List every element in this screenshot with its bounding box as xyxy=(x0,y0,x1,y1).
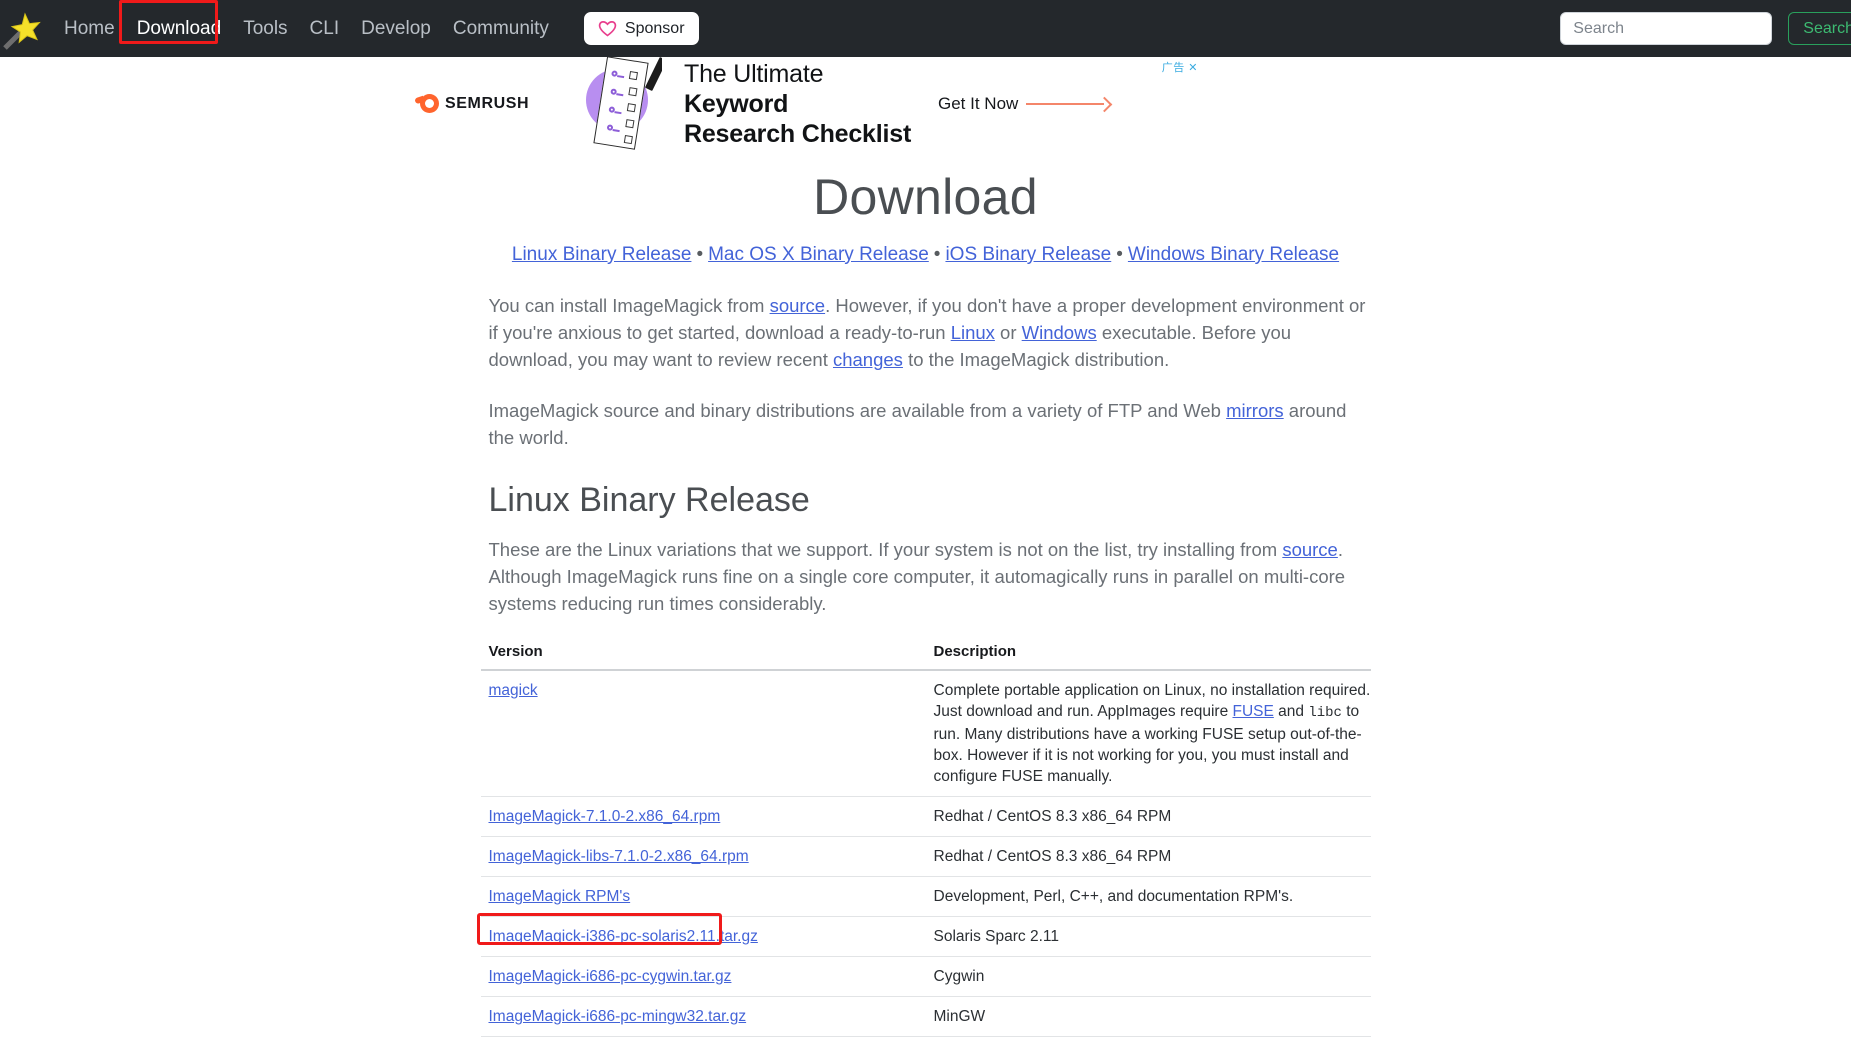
table-body: magick Complete portable application on … xyxy=(476,670,1371,1037)
link-imagemagick-cygwin[interactable]: ImageMagick-i686-pc-cygwin.tar.gz xyxy=(489,968,732,985)
ad-headline-line1-bold: Keyword xyxy=(684,89,789,118)
desc-text2: and xyxy=(1273,703,1309,720)
nav-link-home[interactable]: Home xyxy=(53,12,126,46)
heart-icon xyxy=(598,21,617,37)
paragraph-linux-variations: These are the Linux variations that we s… xyxy=(481,536,1371,617)
paragraph-mirrors: ImageMagick source and binary distributi… xyxy=(489,397,1371,451)
separator-bullet: • xyxy=(1116,244,1123,265)
column-header-description: Description xyxy=(925,643,1371,671)
ad-cta-label: Get It Now xyxy=(938,93,1019,113)
sponsor-label: Sponsor xyxy=(624,19,685,37)
link-macosx-binary-release[interactable]: Mac OS X Binary Release xyxy=(708,244,929,265)
nav-download-wrapper: Download xyxy=(118,0,233,46)
imagemagick-logo[interactable] xyxy=(3,8,45,50)
separator-bullet: • xyxy=(696,244,704,265)
cell-description: Complete portable application on Linux, … xyxy=(925,670,1371,797)
nav-link-cli[interactable]: CLI xyxy=(299,12,351,46)
binary-release-links: Linux Binary Release • Mac OS X Binary Rel… xyxy=(0,244,1851,266)
cell-description: MinGW xyxy=(925,996,1371,1037)
ad-illustration xyxy=(580,57,662,150)
table-row: magick Complete portable application on … xyxy=(480,670,1371,797)
cell-description: Redhat / CentOS 8.3 x86_64 RPM xyxy=(925,836,1371,877)
cell-version: ImageMagick-i386-pc-solaris2.11.tar.gz xyxy=(476,913,926,957)
table-row: ImageMagick RPM's Development, Perl, C++… xyxy=(480,876,1371,917)
para2-text1: ImageMagick source and binary distributi… xyxy=(488,400,1227,421)
link-imagemagick-libs-rpm[interactable]: ImageMagick-libs-7.1.0-2.x86_64.rpm xyxy=(489,848,749,865)
ad-headline: The Ultimate Keyword Research Checklist xyxy=(684,59,914,149)
nav-link-tools[interactable]: Tools xyxy=(232,12,298,46)
para1-text5: to the ImageMagick distribution. xyxy=(902,349,1170,370)
download-table: Version Description magick Complete port… xyxy=(476,643,1371,1037)
cell-description: Solaris Sparc 2.11 xyxy=(925,916,1371,957)
link-mirrors[interactable]: mirrors xyxy=(1226,400,1284,421)
ad-art-checklist-paper xyxy=(593,57,649,150)
link-magick[interactable]: magick xyxy=(489,682,538,699)
nav-link-develop[interactable]: Develop xyxy=(350,12,442,46)
link-linux[interactable]: Linux xyxy=(951,322,995,343)
table-row: ImageMagick-i686-pc-mingw32.tar.gz MinGW xyxy=(480,996,1371,1037)
main-content: Download Linux Binary Release • Mac OS X B… xyxy=(0,150,1851,1037)
link-linux-binary-release[interactable]: Linux Binary Release xyxy=(512,244,692,265)
separator-bullet: • xyxy=(933,244,941,265)
link-imagemagick-rpms[interactable]: ImageMagick RPM's xyxy=(489,888,631,905)
paragraph-install: You can install ImageMagick from source.… xyxy=(489,292,1371,373)
nav-link-download[interactable]: Download xyxy=(126,12,233,46)
sponsor-button[interactable]: Sponsor xyxy=(583,12,699,45)
link-imagemagick-rpm[interactable]: ImageMagick-7.1.0-2.x86_64.rpm xyxy=(489,808,721,825)
link-changes[interactable]: changes xyxy=(833,349,903,370)
link-fuse[interactable]: FUSE xyxy=(1233,703,1274,720)
section-title-linux-binary-release: Linux Binary Release xyxy=(488,481,810,519)
cell-description: Cygwin xyxy=(925,956,1371,997)
semrush-mark-icon xyxy=(420,94,439,113)
link-windows[interactable]: Windows xyxy=(1022,322,1097,343)
search-button[interactable]: Search xyxy=(1788,12,1851,45)
ad-content: SEMRUSH The Ultimate Keyword Research Ch… xyxy=(410,57,1200,150)
code-libc: libc xyxy=(1308,705,1342,721)
page-title: Download xyxy=(813,169,1038,225)
top-navigation-bar: Home Download Tools CLI Develop Communit… xyxy=(0,0,1851,57)
link-source-2[interactable]: source xyxy=(1282,539,1338,560)
table-header-row: Version Description xyxy=(480,643,1371,671)
column-header-version: Version xyxy=(480,643,926,671)
magic-wand-star-icon xyxy=(3,12,41,50)
para1-text1: You can install ImageMagick from xyxy=(488,295,770,316)
nav-right-group: Search xyxy=(1560,12,1851,45)
cell-version: ImageMagick-i686-pc-mingw32.tar.gz xyxy=(480,996,926,1037)
link-imagemagick-mingw32[interactable]: ImageMagick-i686-pc-mingw32.tar.gz xyxy=(489,1008,747,1025)
para1-text3: or xyxy=(994,322,1022,343)
link-source[interactable]: source xyxy=(770,295,826,316)
search-input[interactable] xyxy=(1560,12,1773,45)
arrow-right-icon xyxy=(1026,98,1110,110)
semrush-logo: SEMRUSH xyxy=(420,94,570,113)
link-imagemagick-solaris[interactable]: ImageMagick-i386-pc-solaris2.11.tar.gz xyxy=(489,928,758,945)
para3-text1: These are the Linux variations that we s… xyxy=(488,539,1283,560)
ad-headline-line2: Research Checklist xyxy=(684,119,912,148)
intro-paragraphs: You can install ImageMagick from source.… xyxy=(481,292,1371,451)
cell-version: magick xyxy=(480,670,926,797)
cell-description: Development, Perl, C++, and documentatio… xyxy=(925,876,1371,917)
cell-version: ImageMagick-libs-7.1.0-2.x86_64.rpm xyxy=(480,836,926,877)
table-head: Version Description xyxy=(480,643,1371,671)
advertisement-banner[interactable]: 广告 ✕ SEMRUSH The Ultimate Keyword Resear… xyxy=(410,57,1200,150)
cell-version: ImageMagick-i686-pc-cygwin.tar.gz xyxy=(480,956,926,997)
nav-link-community[interactable]: Community xyxy=(442,12,560,46)
ad-cta[interactable]: Get It Now xyxy=(938,94,1110,114)
link-ios-binary-release[interactable]: iOS Binary Release xyxy=(945,244,1111,265)
table-row: ImageMagick-i386-pc-solaris2.11.tar.gz S… xyxy=(476,913,1371,957)
link-windows-binary-release[interactable]: Windows Binary Release xyxy=(1128,244,1339,265)
cell-version: ImageMagick RPM's xyxy=(480,876,926,917)
table-row: ImageMagick-libs-7.1.0-2.x86_64.rpm Redh… xyxy=(480,836,1371,877)
semrush-wordmark: SEMRUSH xyxy=(445,94,530,112)
ad-headline-line1-light: The Ultimate xyxy=(684,59,824,88)
table-row: ImageMagick-i686-pc-cygwin.tar.gz Cygwin xyxy=(480,956,1371,997)
